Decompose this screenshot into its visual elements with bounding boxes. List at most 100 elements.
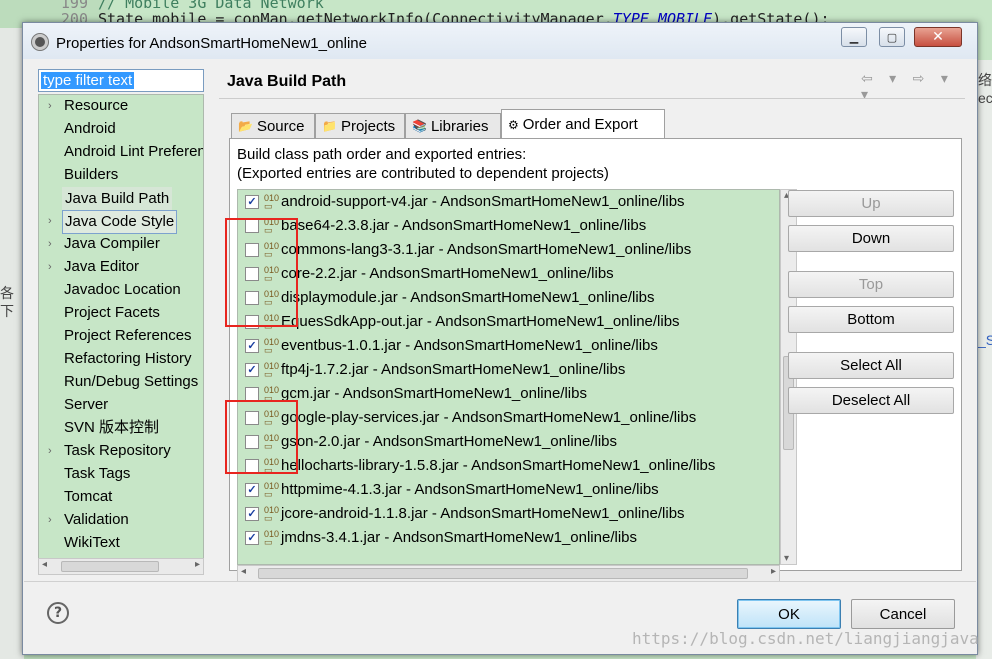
highlight-box <box>225 400 298 474</box>
entry-label: displaymodule.jar - AndsonSmartHomeNew1_… <box>281 289 655 306</box>
list-item[interactable]: 010 ▭ EquesSdkApp-out.jar - AndsonSmartHom… <box>238 310 778 334</box>
entry-label: android-support-v4.jar - AndsonSmartHome… <box>281 193 685 210</box>
export-checkbox[interactable] <box>245 387 259 401</box>
down-button[interactable]: Down <box>788 225 954 252</box>
list-item[interactable]: 010 ▭ core-2.2.jar - AndsonSmartHomeNew1_o… <box>238 262 778 286</box>
order-export-icon: ⚙ <box>508 117 519 132</box>
tab-libraries[interactable]: 📚 Libraries <box>405 113 501 138</box>
properties-dialog: Properties for AndsonSmartHomeNew1_onlin… <box>22 22 978 655</box>
tree-item-label: WikiText <box>64 534 120 551</box>
list-item[interactable]: ✓ 010 ▭ ftp4j-1.7.2.jar - AndsonSmartHomeNe… <box>238 358 778 382</box>
scroll-right-icon[interactable]: ▸ <box>195 559 200 570</box>
maximize-button[interactable]: ▢ <box>879 27 905 47</box>
up-button[interactable]: Up <box>788 190 954 217</box>
top-button[interactable]: Top <box>788 271 954 298</box>
list-item[interactable]: ✓ 010 ▭ eventbus-1.0.1.jar - AndsonSmartHom… <box>238 334 778 358</box>
expand-arrow-icon[interactable]: › <box>48 256 52 278</box>
edge-text: 络 <box>978 72 992 88</box>
tab-label: Order and Export <box>522 116 638 133</box>
entry-label: google-play-services.jar - AndsonSmartHo… <box>281 409 697 426</box>
tree-item-label: Java Build Path <box>62 187 173 211</box>
export-checkbox[interactable]: ✓ <box>245 339 259 353</box>
tree-item-label: Validation <box>64 511 129 528</box>
list-item[interactable]: 010 ▭ google-play-services.jar - AndsonSma… <box>238 406 778 430</box>
entry-label: gson-2.0.jar - AndsonSmartHomeNew1_onlin… <box>281 433 618 450</box>
entry-label: httpmime-4.1.3.jar - AndsonSmartHomeNew1… <box>281 481 659 498</box>
list-item[interactable]: ✓ 010 ▭ jcore-android-1.1.8.jar - AndsonSma… <box>238 502 778 526</box>
description-line-2: (Exported entries are contributed to dep… <box>237 165 609 182</box>
classpath-entry-list[interactable]: ✓ 010 ▭ android-support-v4.jar - AndsonSmar… <box>237 189 780 565</box>
tree-item-label: Task Repository <box>64 442 171 459</box>
scroll-right-icon[interactable]: ▸ <box>771 566 776 577</box>
jar-icon: 010 ▭ <box>264 505 280 523</box>
tree-item-label: Server <box>64 396 109 413</box>
list-item[interactable]: 010 ▭ hellocharts-library-1.5.8.jar - Ands… <box>238 454 778 478</box>
deselect-all-button[interactable]: Deselect All <box>788 387 954 414</box>
edge-text: _S <box>978 332 992 348</box>
projects-icon: 📁 <box>322 119 337 133</box>
entry-label: hellocharts-library-1.5.8.jar - AndsonSm… <box>281 457 716 474</box>
list-item[interactable]: ✓ 010 ▭ android-support-v4.jar - AndsonSmar… <box>238 190 778 214</box>
list-item[interactable]: ✓ 010 ▭ jmdns-3.4.1.jar - AndsonSmartHomeNe… <box>238 526 778 550</box>
scroll-left-icon[interactable]: ◂ <box>241 566 246 577</box>
entry-label: EquesSdkApp-out.jar - AndsonSmartHomeNew… <box>281 313 680 330</box>
jar-icon: 010 ▭ <box>264 337 280 355</box>
scroll-thumb[interactable] <box>258 568 748 579</box>
tree-item-label: SVN 版本控制 <box>64 419 160 436</box>
tree-horizontal-scrollbar[interactable]: ◂ ▸ <box>38 558 204 575</box>
list-item[interactable]: 010 ▭ commons-lang3-3.1.jar - AndsonSmartH… <box>238 238 778 262</box>
list-item[interactable]: 010 ▭ base64-2.3.8.jar - AndsonSmartHomeNe… <box>238 214 778 238</box>
tree-item-label: Android <box>64 120 116 137</box>
scroll-left-icon[interactable]: ◂ <box>42 559 47 570</box>
minimize-button[interactable]: ▁ <box>841 27 867 47</box>
list-item[interactable]: 010 ▭ displaymodule.jar - AndsonSmartHomeN… <box>238 286 778 310</box>
edge-text: 下 <box>0 303 14 319</box>
tab-projects[interactable]: 📁 Projects <box>315 113 405 138</box>
list-item[interactable]: 010 ▭ gcm.jar - AndsonSmartHomeNew1_online… <box>238 382 778 406</box>
expand-arrow-icon[interactable]: › <box>48 440 52 462</box>
scroll-thumb[interactable] <box>61 561 159 572</box>
tab-label: Projects <box>340 117 396 135</box>
list-item[interactable]: 010 ▭ gson-2.0.jar - AndsonSmartHomeNew1_o… <box>238 430 778 454</box>
divider <box>219 98 965 99</box>
export-checkbox[interactable]: ✓ <box>245 195 259 209</box>
tree-item-label: Builders <box>64 166 119 183</box>
edge-text: 各 <box>0 285 14 301</box>
select-all-button[interactable]: Select All <box>788 352 954 379</box>
export-checkbox[interactable]: ✓ <box>245 531 259 545</box>
expand-arrow-icon[interactable]: › <box>48 210 52 232</box>
list-horizontal-scrollbar[interactable]: ◂ ▸ <box>237 565 780 582</box>
property-page-tree[interactable]: › Resource Android Android Lint Preferences… <box>38 94 204 572</box>
entry-label: commons-lang3-3.1.jar - AndsonSmartHomeN… <box>281 241 692 258</box>
tab-source[interactable]: 📂 Source <box>231 113 315 138</box>
expand-arrow-icon[interactable]: › <box>48 509 52 531</box>
export-checkbox[interactable]: ✓ <box>245 507 259 521</box>
dialog-title: Properties for AndsonSmartHomeNew1_onlin… <box>56 35 367 52</box>
export-checkbox[interactable]: ✓ <box>245 483 259 497</box>
source-icon: 📂 <box>238 119 253 133</box>
tree-item-label: Project Facets <box>64 304 160 321</box>
ok-button[interactable]: OK <box>737 599 841 629</box>
list-item[interactable]: ✓ 010 ▭ httpmime-4.1.3.jar - AndsonSmartHom… <box>238 478 778 502</box>
export-checkbox[interactable]: ✓ <box>245 363 259 377</box>
tree-item-label: Java Compiler <box>64 235 160 252</box>
bottom-button[interactable]: Bottom <box>788 306 954 333</box>
entry-label: base64-2.3.8.jar - AndsonSmartHomeNew1_o… <box>281 217 647 234</box>
close-button[interactable]: ✕ <box>914 27 962 47</box>
scroll-down-icon[interactable]: ▾ <box>784 553 789 564</box>
tab-order-export[interactable]: ⚙ Order and Export <box>501 109 665 139</box>
cancel-button[interactable]: Cancel <box>851 599 955 629</box>
expand-arrow-icon[interactable]: › <box>48 233 52 255</box>
entry-label: eventbus-1.0.1.jar - AndsonSmartHomeNew1… <box>281 337 658 354</box>
filter-input[interactable]: type filter text <box>38 69 204 92</box>
expand-arrow-icon[interactable]: › <box>48 95 52 117</box>
eclipse-icon <box>31 33 49 51</box>
tree-item-label: Run/Debug Settings <box>64 373 199 390</box>
title-bar[interactable]: Properties for AndsonSmartHomeNew1_onlin… <box>23 23 977 59</box>
libraries-icon: 📚 <box>412 119 427 133</box>
entry-label: jmdns-3.4.1.jar - AndsonSmartHomeNew1_on… <box>281 529 638 546</box>
tab-label: Source <box>256 117 305 135</box>
divider <box>24 581 976 582</box>
help-icon[interactable]: ? <box>47 602 69 624</box>
jar-icon: 010 ▭ <box>264 193 280 211</box>
